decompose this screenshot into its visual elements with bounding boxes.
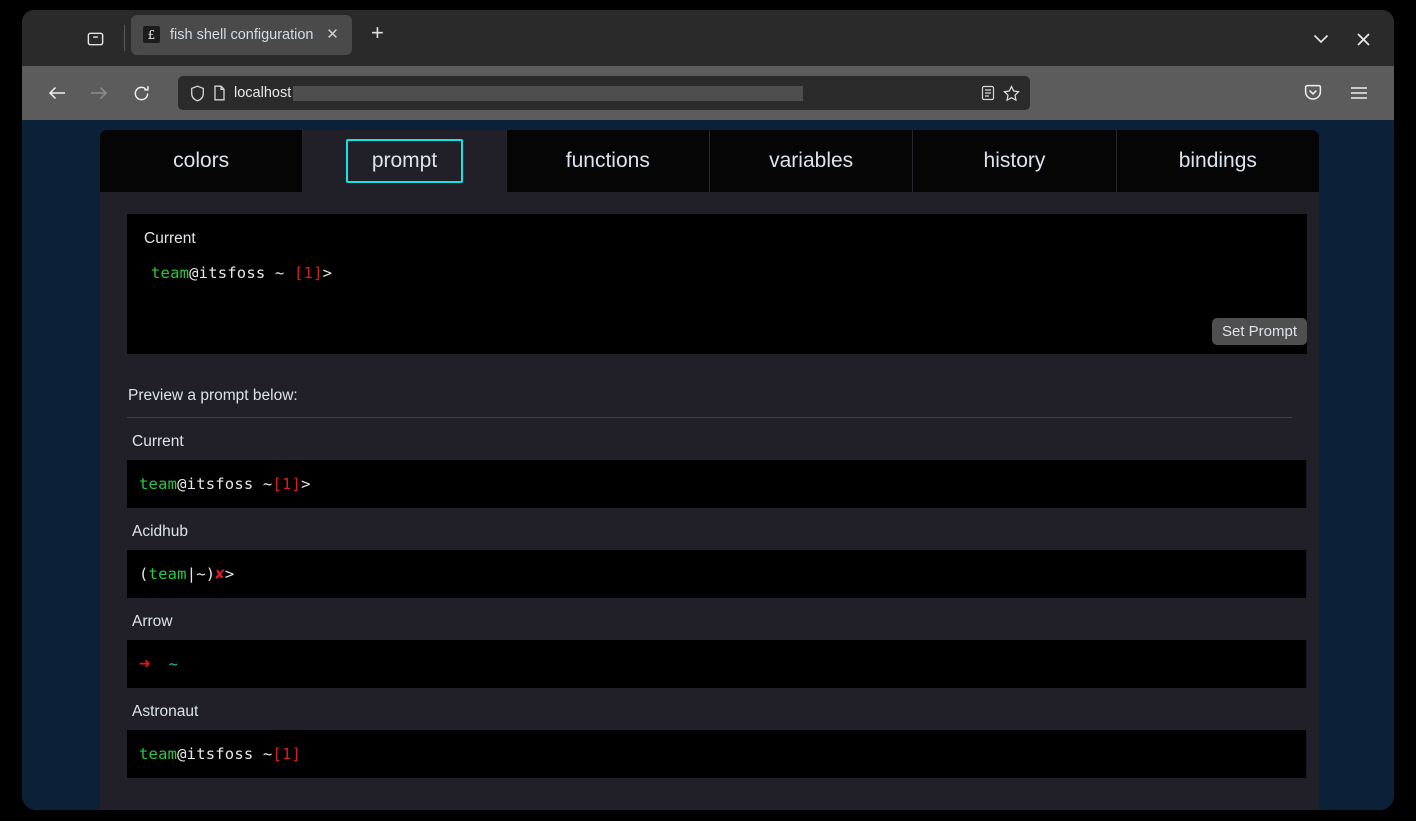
- preview-acidhub-cross-icon: ✘: [215, 565, 225, 583]
- tab-bindings-label: bindings: [1179, 149, 1257, 173]
- list-all-tabs-icon[interactable]: [1300, 18, 1342, 60]
- hamburger-menu-icon[interactable]: [1340, 74, 1378, 112]
- prompt-caret: >: [323, 264, 333, 282]
- preview-label-arrow: Arrow: [132, 613, 1319, 631]
- set-prompt-wrap: Set Prompt: [1212, 318, 1307, 345]
- fish-favicon-icon: £: [143, 26, 160, 43]
- forward-icon: [80, 74, 118, 112]
- toolbar-right-group: [1294, 74, 1378, 112]
- tab-variables-label: variables: [769, 149, 853, 173]
- tab-strip-divider: [124, 25, 125, 51]
- reload-icon[interactable]: [122, 74, 160, 112]
- tab-colors-label: colors: [173, 149, 229, 173]
- close-window-icon[interactable]: [1342, 18, 1384, 60]
- preview-acidhub-tilde: ~: [196, 565, 206, 583]
- tab-colors[interactable]: colors: [100, 130, 303, 192]
- preview-current-caret: >: [301, 475, 311, 493]
- preview-current-status: [1]: [272, 475, 301, 493]
- preview-label-current: Current: [132, 433, 1319, 451]
- preview-box-current[interactable]: team@itsfoss ~ [1]>: [127, 460, 1307, 508]
- fish-config-tab-bar: colors prompt functions variables histor…: [100, 130, 1319, 192]
- url-bar[interactable]: localhost: [178, 76, 1030, 110]
- preview-box-acidhub[interactable]: (team|~)✘>: [127, 550, 1307, 598]
- preview-box-astronaut[interactable]: team@itsfoss ~ [1]: [127, 730, 1307, 778]
- set-prompt-button[interactable]: Set Prompt: [1212, 318, 1307, 345]
- tab-strip-left: £ fish shell configuration ✕ +: [22, 10, 394, 66]
- browser-tab-fish-shell-configuration[interactable]: £ fish shell configuration ✕: [131, 15, 352, 55]
- browser-tab-strip: £ fish shell configuration ✕ +: [22, 10, 1394, 66]
- current-prompt-preview: team@itsfoss ~ [1]>: [127, 248, 1307, 282]
- current-prompt-box: Current team@itsfoss ~ [1]> Set Prompt: [127, 214, 1307, 354]
- url-selection-highlight: [293, 86, 803, 101]
- tab-variables[interactable]: variables: [710, 130, 913, 192]
- preview-heading: Preview a prompt below:: [128, 387, 1319, 405]
- tab-bindings[interactable]: bindings: [1117, 130, 1319, 192]
- page-content: colors prompt functions variables histor…: [22, 120, 1394, 810]
- preview-acidhub-caret: >: [225, 565, 235, 583]
- preview-acidhub-close: ): [206, 565, 216, 583]
- tab-history-label: history: [984, 149, 1046, 173]
- preview-arrow-tilde: ~: [169, 655, 179, 673]
- tab-functions[interactable]: functions: [507, 130, 710, 192]
- page-icon[interactable]: [213, 85, 226, 101]
- preview-astronaut-host-path: @itsfoss ~: [177, 745, 272, 763]
- reader-view-icon[interactable]: [981, 85, 995, 101]
- preview-label-acidhub: Acidhub: [132, 523, 1319, 541]
- prompt-status: [1]: [294, 264, 323, 282]
- prompt-user: team: [151, 264, 189, 282]
- tab-prompt[interactable]: prompt: [303, 130, 506, 192]
- url-value: localhost: [234, 85, 291, 101]
- prompt-panel: Current team@itsfoss ~ [1]> Set Prompt P…: [100, 192, 1319, 810]
- current-prompt-label: Current: [127, 230, 1307, 248]
- close-tab-icon[interactable]: ✕: [323, 26, 341, 44]
- preview-acidhub-user: team: [149, 565, 187, 583]
- shield-icon[interactable]: [190, 85, 205, 102]
- preview-current-host-path: @itsfoss ~: [177, 475, 272, 493]
- pocket-icon[interactable]: [1294, 74, 1332, 112]
- preview-box-arrow[interactable]: ➜~: [127, 640, 1307, 688]
- browser-window: £ fish shell configuration ✕ +: [22, 10, 1394, 810]
- back-icon[interactable]: [38, 74, 76, 112]
- preview-astronaut-status: [1]: [272, 745, 301, 763]
- preview-acidhub-pipe: |: [187, 565, 197, 583]
- url-input[interactable]: localhost: [234, 85, 973, 101]
- tab-functions-label: functions: [566, 149, 650, 173]
- tab-history[interactable]: history: [913, 130, 1116, 192]
- preview-label-astronaut: Astronaut: [132, 703, 1319, 721]
- preview-divider: [127, 417, 1292, 418]
- preview-current-user: team: [139, 475, 177, 493]
- new-tab-button[interactable]: +: [360, 16, 394, 50]
- sidebar-icon[interactable]: [72, 20, 118, 56]
- preview-astronaut-user: team: [139, 745, 177, 763]
- browser-tab-title: fish shell configuration: [170, 27, 313, 43]
- preview-acidhub-open: (: [139, 565, 149, 583]
- preview-arrow-icon: ➜: [139, 653, 151, 675]
- browser-navigation-toolbar: localhost: [22, 66, 1394, 120]
- tab-prompt-label: prompt: [346, 139, 463, 183]
- prompt-host-path: @itsfoss ~: [189, 264, 294, 282]
- bookmark-star-icon[interactable]: [1003, 85, 1020, 102]
